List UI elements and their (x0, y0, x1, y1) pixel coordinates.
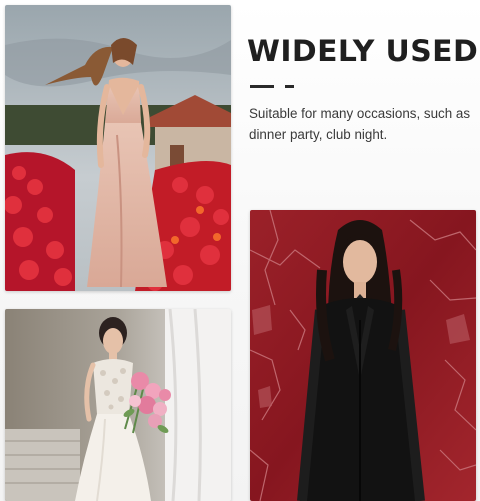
photo-flower-field (5, 5, 231, 291)
title-divider-short (285, 85, 294, 88)
title-divider (250, 85, 274, 88)
photo-bride (5, 309, 231, 501)
feature-description: Suitable for many occasions, such as din… (249, 106, 471, 142)
feature-title: WIDELY USED (247, 34, 479, 68)
photo-black-coat (250, 210, 476, 501)
